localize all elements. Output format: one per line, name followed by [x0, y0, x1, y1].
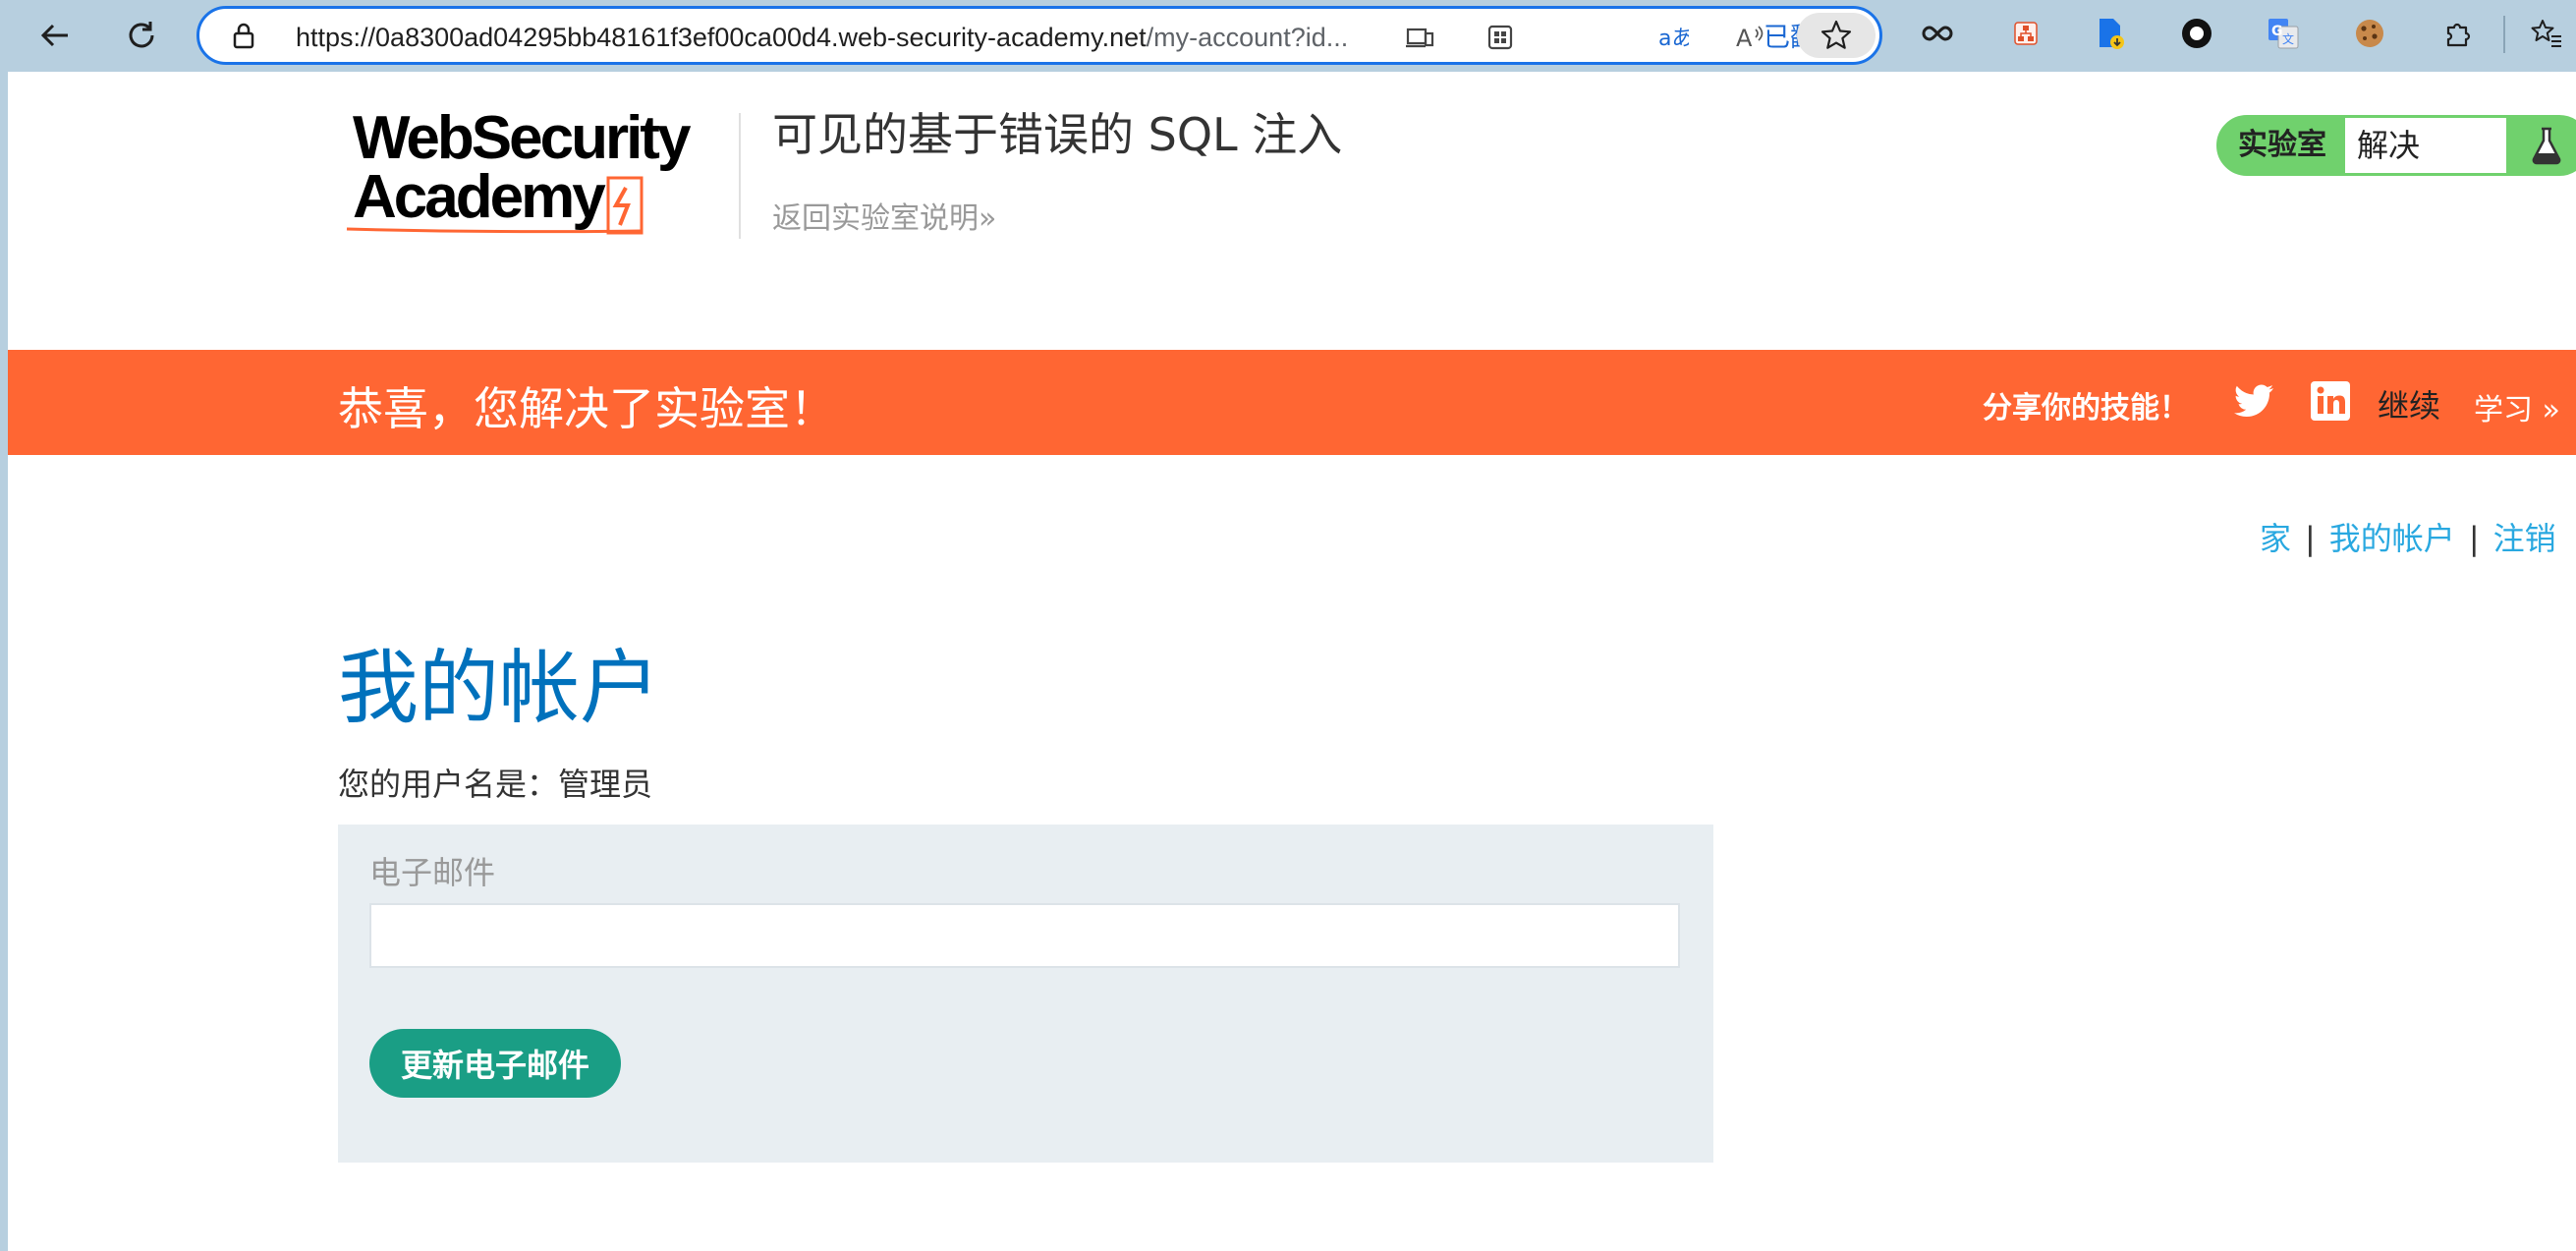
- page-viewport: WebSecurity Academy 可见的基于错误的 SQL 注入 返回实验…: [8, 72, 2576, 1251]
- infinity-icon: [1922, 26, 1953, 41]
- double-chevron-right-icon: »: [979, 201, 997, 236]
- svg-text:aあ: aあ: [1658, 27, 1689, 51]
- lab-status-widget: 实验室 解决: [2216, 115, 2576, 176]
- favorites-button[interactable]: [2527, 14, 2566, 53]
- extensions-button[interactable]: [2438, 14, 2478, 53]
- circle-record-icon: [2182, 19, 2212, 48]
- google-translate-icon: G文: [2268, 19, 2299, 49]
- header-divider: [739, 113, 741, 239]
- arrow-left-icon: [40, 24, 68, 47]
- reload-button[interactable]: [116, 10, 167, 61]
- nav-separator: |: [2305, 520, 2316, 557]
- device-icon[interactable]: [1404, 22, 1435, 53]
- url-path: /my-account?id...: [1146, 23, 1349, 52]
- twitter-icon[interactable]: [2234, 383, 2275, 421]
- puzzle-icon: [2446, 23, 2471, 47]
- top-navigation: 家 | 我的帐户 | 注销: [2260, 514, 2556, 559]
- change-email-form: 电子邮件 更新电子邮件: [338, 825, 1713, 1163]
- nav-logout-link[interactable]: 注销: [2493, 520, 2556, 557]
- svg-text:G: G: [2271, 24, 2283, 39]
- favorites-list-icon: [2531, 20, 2561, 47]
- nav-separator: |: [2468, 520, 2480, 557]
- back-to-lab-description-link[interactable]: 返回实验室说明»: [772, 194, 996, 237]
- extension-google-translate[interactable]: G文: [2264, 14, 2303, 53]
- extension-file-download[interactable]: [2091, 14, 2130, 53]
- email-label: 电子邮件: [369, 854, 496, 891]
- congratulations-message: 恭喜，您解决了实验室！: [338, 382, 835, 435]
- page-title: 我的帐户: [338, 642, 661, 735]
- lab-status-value: 解决: [2345, 118, 2506, 173]
- solved-banner: 恭喜，您解决了实验室！ 分享你的技能！ 继续 学习 »: [8, 350, 2576, 455]
- back-link-label: 返回实验室说明: [772, 201, 979, 236]
- sitemap-icon: [2014, 22, 2038, 45]
- url-text[interactable]: https://0a8300ad04295bb48161f3ef00ca00d4…: [296, 21, 1583, 54]
- learn-label: 学习: [2474, 393, 2533, 427]
- cookie-icon: [2356, 20, 2383, 47]
- browser-toolbar: https://0a8300ad04295bb48161f3ef00ca00d4…: [0, 0, 2576, 72]
- apps-icon[interactable]: [1484, 22, 1516, 53]
- nav-my-account-link[interactable]: 我的帐户: [2329, 520, 2455, 557]
- continue-link[interactable]: 继续: [2378, 381, 2440, 426]
- star-icon: [1820, 20, 1852, 49]
- update-email-button[interactable]: 更新电子邮件: [369, 1029, 622, 1098]
- extension-cookie[interactable]: [2350, 14, 2389, 53]
- svg-text:A: A: [1736, 25, 1753, 52]
- email-input[interactable]: [369, 903, 1680, 968]
- extension-sitemap[interactable]: [2006, 14, 2045, 53]
- svg-text:文: 文: [2282, 31, 2294, 46]
- username-text: 您的用户名是：管理员: [338, 766, 653, 803]
- toolbar-divider: [2503, 16, 2505, 53]
- svg-text:Academy: Academy: [353, 163, 606, 231]
- share-skills-label: 分享你的技能！: [1983, 391, 2189, 426]
- linkedin-icon[interactable]: [2311, 381, 2350, 421]
- read-aloud-icon[interactable]: A: [1734, 22, 1765, 53]
- lock-icon[interactable]: [229, 21, 258, 50]
- extension-infinity[interactable]: [1918, 14, 1957, 53]
- file-download-icon: [2100, 19, 2124, 49]
- flask-icon: [2506, 118, 2576, 173]
- nav-home-link[interactable]: 家: [2260, 520, 2291, 557]
- lab-status-tag: 实验室: [2238, 128, 2326, 162]
- logo-graphic: WebSecurity Academy: [346, 104, 695, 235]
- reload-icon: [129, 22, 154, 48]
- extension-circle[interactable]: [2177, 14, 2216, 53]
- web-security-academy-logo[interactable]: WebSecurity Academy: [339, 104, 742, 258]
- double-chevron-right-icon: »: [2542, 393, 2560, 427]
- lab-title: 可见的基于错误的 SQL 注入: [772, 108, 1343, 161]
- address-bar[interactable]: https://0a8300ad04295bb48161f3ef00ca00d4…: [196, 6, 1882, 65]
- translate-icon[interactable]: aあ: [1657, 22, 1689, 53]
- url-host: https://0a8300ad04295bb48161f3ef00ca00d4…: [296, 23, 1147, 52]
- continue-learning-link[interactable]: 学习 »: [2474, 385, 2560, 428]
- back-button[interactable]: [29, 10, 81, 61]
- favorite-button[interactable]: [1797, 13, 1876, 58]
